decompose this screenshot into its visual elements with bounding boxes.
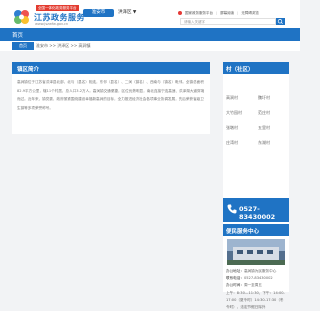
building-photo-icon bbox=[227, 239, 285, 265]
intro-text: 高涧镇位于江苏省洪泽县北部，北与（县名）相连，东邻（县名）、二涧（镇名）、西南与… bbox=[17, 80, 205, 110]
village-link[interactable]: 庄湾村 bbox=[226, 140, 238, 146]
district-select[interactable]: 洪泽区 ▼ bbox=[118, 9, 136, 17]
service-center-photo bbox=[227, 239, 285, 265]
breadcrumb-home[interactable]: 首页 bbox=[12, 42, 34, 50]
city-button[interactable]: 淮安市 bbox=[83, 9, 114, 17]
breadcrumb-path[interactable]: 淮安市 >> 洪泽区 >> 高涧镇 bbox=[36, 42, 91, 50]
service-header: 便民服务中心 bbox=[223, 224, 289, 236]
village-link[interactable]: 五里村 bbox=[258, 125, 270, 131]
national-platform-link[interactable]: 国家政务服务平台 bbox=[185, 11, 213, 16]
main-nav: 首页 bbox=[0, 28, 300, 41]
village-link[interactable]: 范庄村 bbox=[258, 110, 270, 116]
nav-home-link[interactable]: 首页 bbox=[12, 31, 23, 39]
village-header: 村（社区） bbox=[223, 62, 289, 74]
hotline-box: 0527-83430002 bbox=[223, 198, 289, 222]
site-url: www.jszwfw.gov.cn bbox=[35, 22, 69, 26]
village-link[interactable]: 大竹园村 bbox=[226, 110, 242, 116]
separator: | bbox=[216, 11, 218, 15]
intro-title: 镇区简介 bbox=[17, 67, 40, 73]
service-phone: 联系电话：0527-83430002 bbox=[226, 276, 273, 280]
top-links: 国家政务服务平台 | 屏幕阅读 | 无障碍浏览 bbox=[178, 11, 259, 16]
platform-banner: 全国一体化政务服务平台 bbox=[36, 5, 79, 11]
phone-icon bbox=[227, 204, 237, 214]
hotline-number: 0527-83430002 bbox=[239, 205, 276, 221]
intro-header: 镇区简介 bbox=[12, 62, 210, 74]
screen-reader-link[interactable]: 屏幕阅读 bbox=[220, 11, 234, 16]
accessibility-link[interactable]: 无障碍浏览 bbox=[241, 11, 259, 16]
intro-panel: 镇区简介 高涧镇位于江苏省洪泽县北部，北与（县名）相连，东邻（县名）、二涧（镇名… bbox=[12, 62, 210, 134]
village-link[interactable]: 魏圩村 bbox=[258, 95, 270, 101]
jiangsu-logo-icon bbox=[14, 10, 29, 24]
service-title: 便民服务中心 bbox=[226, 229, 260, 235]
search-button[interactable] bbox=[276, 18, 285, 25]
village-link[interactable]: 张墩村 bbox=[226, 125, 238, 131]
search-input[interactable]: 请输入关键字 bbox=[180, 18, 276, 25]
search-icon bbox=[277, 19, 283, 25]
top-header: 全国一体化政务服务平台 江苏政务服务 www.jszwfw.gov.cn 淮安市… bbox=[0, 0, 300, 28]
separator: | bbox=[237, 11, 239, 15]
sidebar: 村（社区） 高涧村 魏圩村 大竹园村 范庄村 张墩村 五里村 庄湾村 东湖村 0… bbox=[223, 62, 289, 309]
village-title: 村（社区） bbox=[226, 67, 254, 73]
village-link[interactable]: 东湖村 bbox=[258, 140, 270, 146]
village-link[interactable]: 高涧村 bbox=[226, 95, 238, 101]
national-emblem-icon bbox=[178, 11, 182, 15]
service-address: 办公地址：高涧镇为民服务中心 bbox=[226, 269, 277, 273]
service-hours-detail: 上午：8:30—11:30，下午：14:00-17:00（夏令时）14:30-1… bbox=[226, 291, 285, 309]
service-hours: 办公时间：周一至周五 bbox=[226, 283, 262, 287]
breadcrumb: 首页 淮安市 >> 洪泽区 >> 高涧镇 bbox=[0, 41, 300, 51]
